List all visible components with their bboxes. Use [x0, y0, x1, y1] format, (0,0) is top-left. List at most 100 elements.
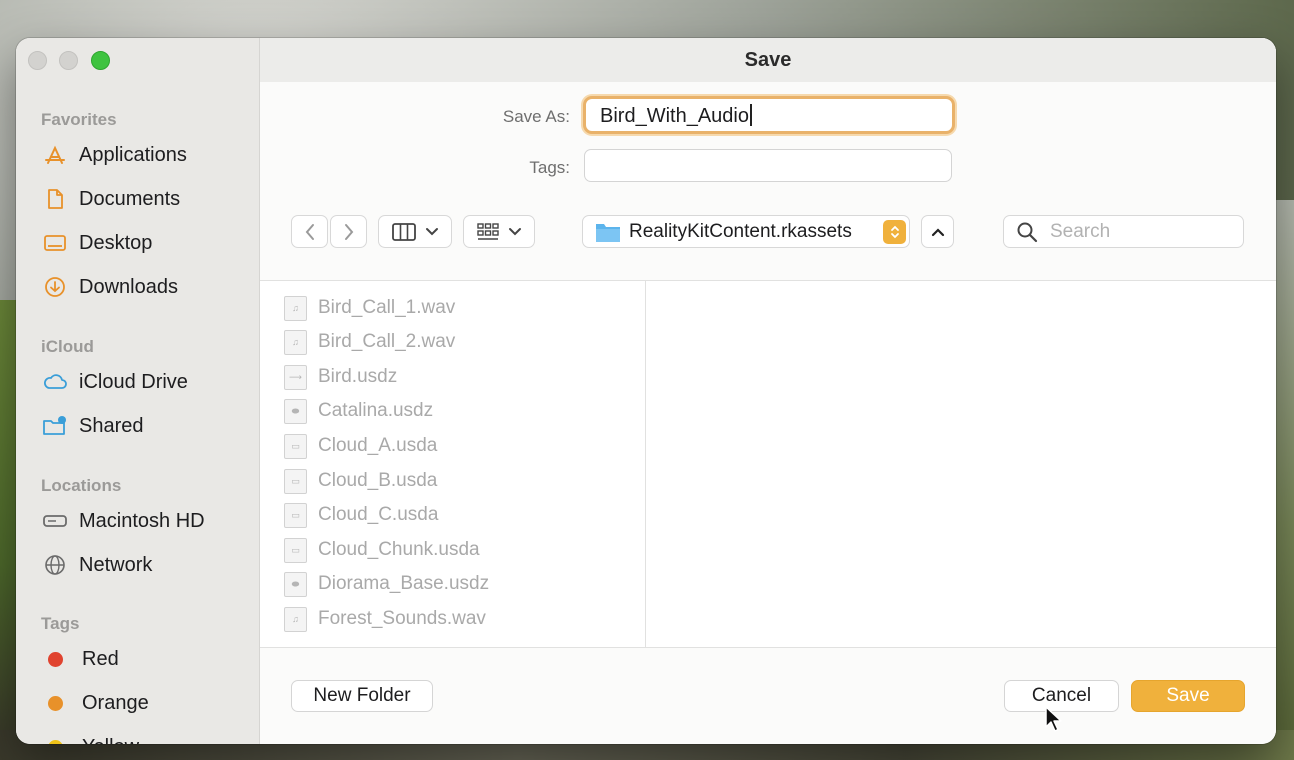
location-stepper-icon — [883, 220, 906, 244]
usdz-file-icon: ⟶ — [284, 364, 307, 390]
file-name: Cloud_C.usda — [318, 504, 439, 525]
file-item[interactable]: ▭ Cloud_B.usda — [284, 466, 437, 496]
sidebar-item-label: Downloads — [79, 275, 178, 298]
search-placeholder: Search — [1050, 220, 1111, 242]
file-item[interactable]: ⬬ Diorama_Base.usdz — [284, 569, 489, 599]
chevron-left-icon — [305, 223, 314, 240]
file-item[interactable]: ⬬ Catalina.usdz — [284, 396, 433, 426]
hard-drive-icon — [42, 508, 68, 534]
sidebar-item-downloads[interactable]: Downloads — [42, 271, 178, 303]
back-button[interactable] — [291, 215, 328, 248]
file-item[interactable]: ⟶ Bird.usdz — [284, 362, 397, 392]
file-name: Cloud_A.usda — [318, 435, 438, 456]
sidebar-item-label: Yellow — [82, 736, 139, 745]
file-column[interactable]: ♫ Bird_Call_1.wav ♫ Bird_Call_2.wav ⟶ Bird.… — [260, 281, 646, 647]
file-name: Diorama_Base.usdz — [318, 573, 490, 594]
text-caret — [749, 104, 752, 126]
search-field[interactable]: Search — [1003, 215, 1244, 248]
audio-file-icon: ♫ — [284, 295, 307, 321]
sidebar-item-label: Applications — [79, 143, 187, 166]
file-item[interactable]: ▭ Cloud_C.usda — [284, 500, 438, 530]
file-item[interactable]: ♫ Bird_Call_1.wav — [284, 293, 455, 323]
globe-icon — [42, 552, 68, 578]
file-item[interactable]: ♫ Forest_Sounds.wav — [284, 604, 486, 634]
icloud-icon — [42, 369, 68, 395]
close-button[interactable] — [28, 51, 47, 70]
chevron-right-icon — [344, 223, 353, 240]
file-item[interactable]: ▭ Cloud_Chunk.usda — [284, 535, 480, 565]
sidebar-item-label: Orange — [82, 691, 149, 714]
chevron-down-icon — [509, 227, 521, 235]
usda-file-icon: ▭ — [284, 433, 307, 459]
save-as-input[interactable]: Bird_With_Audio — [583, 96, 955, 134]
sidebar-section-locations: Locations — [41, 476, 122, 495]
location-label: RealityKitContent.rkassets — [629, 220, 852, 242]
mouse-cursor-icon — [1045, 706, 1062, 732]
window-title: Save — [260, 38, 1276, 82]
sidebar-section-icloud: iCloud — [41, 337, 94, 356]
file-name: Cloud_B.usda — [318, 470, 438, 491]
main-panel: Save Save As: Bird_With_Audio Tags: Real — [260, 38, 1276, 744]
sidebar-item-label: Shared — [79, 414, 144, 437]
file-name: Forest_Sounds.wav — [318, 608, 486, 629]
view-mode-button[interactable] — [378, 215, 452, 248]
sidebar-item-applications[interactable]: Applications — [42, 139, 187, 171]
sidebar: Favorites Applications Documents Desktop… — [16, 38, 260, 744]
sidebar-item-label: Macintosh HD — [79, 509, 205, 532]
usda-file-icon: ▭ — [284, 468, 307, 494]
file-browser: ♫ Bird_Call_1.wav ♫ Bird_Call_2.wav ⟶ Bird.… — [260, 281, 1276, 647]
tag-color-dot — [48, 651, 63, 667]
new-folder-button[interactable]: New Folder — [291, 680, 433, 712]
location-popup[interactable]: RealityKitContent.rkassets — [582, 215, 910, 248]
chevron-up-icon — [931, 227, 944, 236]
sidebar-item-label: Network — [79, 553, 153, 576]
save-as-label: Save As: — [502, 107, 570, 126]
sidebar-item-label: iCloud Drive — [79, 370, 188, 393]
usdz-file-icon: ⬬ — [284, 398, 307, 424]
sidebar-item-tag-yellow[interactable]: Yellow — [42, 731, 139, 744]
tags-input[interactable] — [584, 149, 952, 182]
tag-color-dot — [48, 739, 63, 744]
search-icon — [1017, 222, 1038, 242]
file-name: Bird.usdz — [318, 366, 398, 387]
file-name: Cloud_Chunk.usda — [318, 539, 480, 560]
desktop-icon — [42, 230, 68, 256]
applications-icon — [42, 142, 68, 168]
chevron-down-icon — [426, 227, 438, 235]
sidebar-item-desktop[interactable]: Desktop — [42, 227, 152, 259]
save-as-value: Bird_With_Audio — [600, 105, 749, 127]
sidebar-item-icloud-drive[interactable]: iCloud Drive — [42, 366, 188, 398]
group-by-button[interactable] — [463, 215, 535, 248]
sidebar-item-network[interactable]: Network — [42, 549, 152, 581]
column-view-icon — [392, 222, 416, 241]
grid-icon — [477, 222, 499, 240]
forward-button[interactable] — [330, 215, 367, 248]
usda-file-icon: ▭ — [284, 537, 307, 563]
document-icon — [42, 186, 68, 212]
usdz-file-icon: ⬬ — [284, 571, 307, 597]
minimize-button[interactable] — [59, 51, 78, 70]
sidebar-section-favorites: Favorites — [41, 110, 117, 129]
zoom-button[interactable] — [91, 51, 110, 70]
sidebar-item-label: Desktop — [79, 231, 153, 254]
sidebar-item-label: Documents — [79, 187, 181, 210]
file-name: Bird_Call_2.wav — [318, 331, 456, 352]
audio-file-icon: ♫ — [284, 606, 307, 632]
file-item[interactable]: ▭ Cloud_A.usda — [284, 431, 437, 461]
sidebar-item-tag-red[interactable]: Red — [42, 643, 119, 675]
collapse-button[interactable] — [921, 215, 954, 248]
file-name: Bird_Call_1.wav — [318, 297, 456, 318]
footer-divider — [260, 647, 1276, 648]
sidebar-item-tag-orange[interactable]: Orange — [42, 687, 149, 719]
tags-label: Tags: — [529, 158, 570, 177]
shared-folder-icon — [42, 413, 68, 439]
tag-color-dot — [48, 695, 63, 711]
downloads-icon — [42, 274, 68, 300]
sidebar-item-macintosh-hd[interactable]: Macintosh HD — [42, 505, 205, 537]
sidebar-item-shared[interactable]: Shared — [42, 410, 144, 442]
folder-icon — [596, 223, 620, 242]
save-button[interactable]: Save — [1131, 680, 1245, 712]
sidebar-item-documents[interactable]: Documents — [42, 183, 180, 215]
file-item[interactable]: ♫ Bird_Call_2.wav — [284, 327, 455, 357]
save-dialog: Favorites Applications Documents Desktop… — [16, 38, 1276, 744]
